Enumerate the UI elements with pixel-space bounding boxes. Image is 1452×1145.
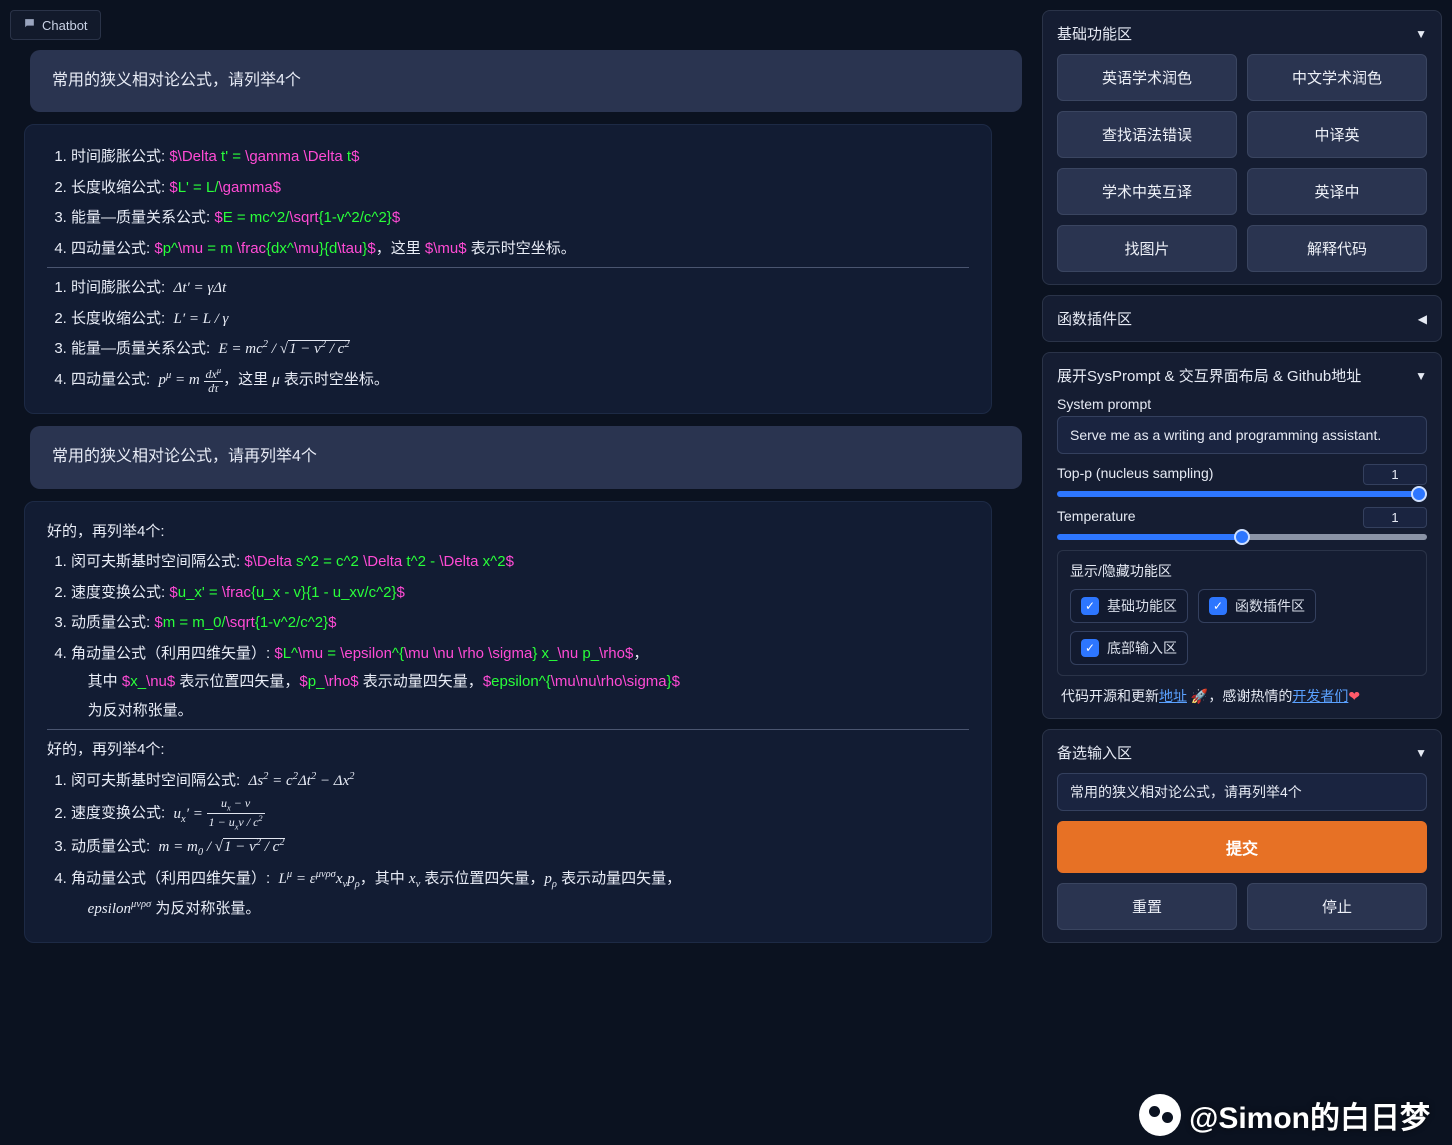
topp-value[interactable]: 1 bbox=[1363, 464, 1427, 485]
alt-input-field[interactable] bbox=[1057, 773, 1427, 811]
chk-basic[interactable]: ✓基础功能区 bbox=[1070, 589, 1188, 623]
fn-grammar-check[interactable]: 查找语法错误 bbox=[1057, 111, 1237, 158]
visibility-group: 显示/隐藏功能区 ✓基础功能区 ✓函数插件区 ✓底部输入区 bbox=[1057, 550, 1427, 676]
assistant-message: 好的，再列举4个: 闵可夫斯基时空间隔公式: $\Delta s^2 = c^2… bbox=[24, 501, 992, 943]
footer-note: 代码开源和更新地址 🚀，感谢热情的开发者们❤ bbox=[1057, 686, 1427, 706]
check-icon: ✓ bbox=[1081, 639, 1099, 657]
temp-slider[interactable] bbox=[1057, 534, 1427, 540]
contributors-link[interactable]: 开发者们 bbox=[1292, 688, 1348, 704]
temp-label: Temperature bbox=[1057, 508, 1136, 524]
fn-chinese-polish[interactable]: 中文学术润色 bbox=[1247, 54, 1427, 101]
basic-panel-header[interactable]: 基础功能区 ▼ bbox=[1057, 23, 1427, 44]
fn-find-image[interactable]: 找图片 bbox=[1057, 225, 1237, 272]
fn-zh-to-en[interactable]: 中译英 bbox=[1247, 111, 1427, 158]
topp-slider[interactable] bbox=[1057, 491, 1427, 497]
heart-icon: ❤ bbox=[1348, 688, 1360, 704]
chk-bottom-input[interactable]: ✓底部输入区 bbox=[1070, 631, 1188, 665]
plugin-panel: 函数插件区 ◀ bbox=[1042, 295, 1442, 342]
alt-input-panel: 备选输入区 ▼ 提交 重置 停止 bbox=[1042, 729, 1442, 943]
fn-academic-translate[interactable]: 学术中英互译 bbox=[1057, 168, 1237, 215]
alt-input-header[interactable]: 备选输入区 ▼ bbox=[1057, 742, 1427, 763]
sysprompt-label: System prompt bbox=[1057, 396, 1427, 412]
rendered-list: 时间膨胀公式: Δt′ = γΔt 长度收缩公式: L′ = L / γ 能量—… bbox=[47, 274, 969, 395]
rendered-list: 闵可夫斯基时空间隔公式: Δs2 = c2Δt2 − Δx2 速度变换公式: u… bbox=[47, 767, 969, 924]
fn-explain-code[interactable]: 解释代码 bbox=[1247, 225, 1427, 272]
chat-scroll[interactable]: 常用的狭义相对论公式，请列举4个 时间膨胀公式: $\Delta t' = \g… bbox=[10, 50, 1028, 1135]
basic-panel: 基础功能区 ▼ 英语学术润色 中文学术润色 查找语法错误 中译英 学术中英互译 … bbox=[1042, 10, 1442, 285]
reset-button[interactable]: 重置 bbox=[1057, 883, 1237, 930]
repo-link[interactable]: 地址 bbox=[1159, 688, 1187, 704]
plugin-panel-header[interactable]: 函数插件区 ◀ bbox=[1057, 308, 1427, 329]
user-message: 常用的狭义相对论公式，请再列举4个 bbox=[30, 426, 1022, 488]
raw-latex-list: 时间膨胀公式: $\Delta t' = \gamma \Delta t$ 长度… bbox=[47, 143, 969, 263]
chatbot-tab[interactable]: Chatbot bbox=[10, 10, 101, 40]
check-icon: ✓ bbox=[1209, 597, 1227, 615]
topp-label: Top-p (nucleus sampling) bbox=[1057, 465, 1213, 481]
sysprompt-input[interactable] bbox=[1057, 416, 1427, 454]
assistant-message: 时间膨胀公式: $\Delta t' = \gamma \Delta t$ 长度… bbox=[24, 124, 992, 414]
fn-english-polish[interactable]: 英语学术润色 bbox=[1057, 54, 1237, 101]
raw-latex-list: 闵可夫斯基时空间隔公式: $\Delta s^2 = c^2 \Delta t^… bbox=[47, 548, 969, 725]
chk-plugin[interactable]: ✓函数插件区 bbox=[1198, 589, 1316, 623]
chevron-down-icon: ▼ bbox=[1415, 369, 1427, 383]
basic-button-grid: 英语学术润色 中文学术润色 查找语法错误 中译英 学术中英互译 英译中 找图片 … bbox=[1057, 54, 1427, 272]
advanced-panel: 展开SysPrompt & 交互界面布局 & Github地址 ▼ System… bbox=[1042, 352, 1442, 719]
user-message: 常用的狭义相对论公式，请列举4个 bbox=[30, 50, 1022, 112]
chevron-left-icon: ◀ bbox=[1418, 312, 1427, 326]
advanced-panel-header[interactable]: 展开SysPrompt & 交互界面布局 & Github地址 ▼ bbox=[1057, 365, 1427, 386]
tab-label: Chatbot bbox=[42, 18, 88, 33]
stop-button[interactable]: 停止 bbox=[1247, 883, 1427, 930]
temp-value[interactable]: 1 bbox=[1363, 507, 1427, 528]
check-icon: ✓ bbox=[1081, 597, 1099, 615]
chat-icon bbox=[23, 17, 36, 33]
submit-button[interactable]: 提交 bbox=[1057, 821, 1427, 873]
fn-en-to-zh[interactable]: 英译中 bbox=[1247, 168, 1427, 215]
chevron-down-icon: ▼ bbox=[1415, 746, 1427, 760]
chevron-down-icon: ▼ bbox=[1415, 27, 1427, 41]
